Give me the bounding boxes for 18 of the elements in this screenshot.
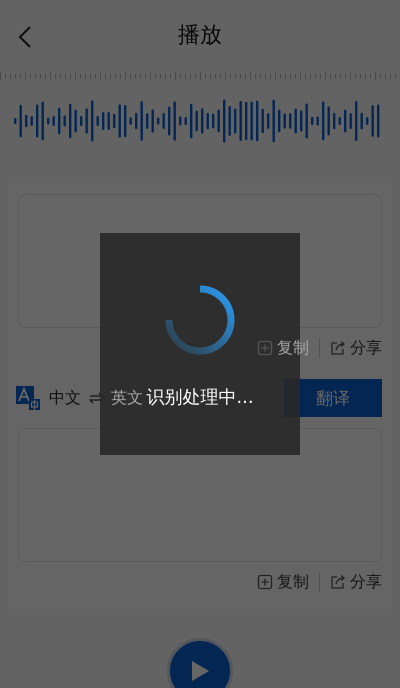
play-button[interactable] [167,638,233,688]
target-language[interactable]: 英文 [111,388,143,408]
copy-button[interactable]: 复制 [257,338,309,358]
share-icon [330,574,346,590]
swap-icon[interactable] [89,392,103,404]
play-icon [190,660,210,682]
back-icon[interactable] [18,26,32,48]
source-language[interactable]: 中文 [49,388,81,408]
share-icon [330,340,346,356]
share-button[interactable]: 分享 [330,572,382,592]
translate-icon [16,386,40,410]
loading-message: 识别处理中... [146,386,254,409]
spinner-icon [165,285,235,355]
share-button[interactable]: 分享 [330,338,382,358]
copy-button[interactable]: 复制 [257,572,309,592]
copy-icon [257,340,273,356]
page-title: 播放 [178,22,222,50]
copy-icon [257,574,273,590]
